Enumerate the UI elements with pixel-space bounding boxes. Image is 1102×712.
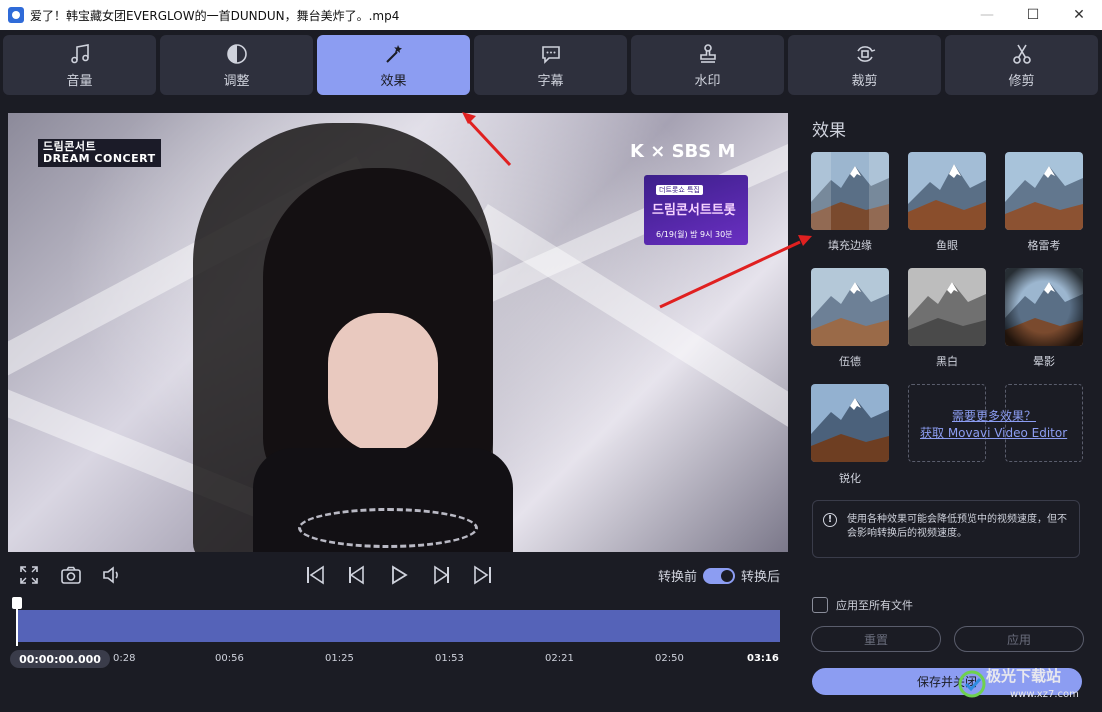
magic-wand-icon [385, 44, 402, 63]
watermark-url: www.xz7.com [1010, 689, 1079, 700]
window-controls: — ☐ ✕ [964, 0, 1102, 30]
minimize-button[interactable]: — [964, 0, 1010, 30]
close-button[interactable]: ✕ [1056, 0, 1102, 30]
app-icon [8, 7, 24, 23]
tab-adjust[interactable]: 调整 [160, 35, 313, 95]
apply-button[interactable]: 应用 [954, 626, 1084, 652]
apply-all-label: 应用至所有文件 [836, 599, 913, 612]
effect-label: 锐化 [839, 472, 861, 485]
apply-all-checkbox[interactable] [812, 597, 828, 613]
mountain-thumbnail [908, 152, 986, 230]
effect-label: 伍德 [839, 355, 861, 368]
speech-bubble-icon [541, 45, 560, 64]
reset-button[interactable]: 重置 [811, 626, 941, 652]
effect-label: 填充边缘 [828, 239, 872, 252]
title-bar: 爱了！韩宝藏女团EVERGLOW的一首DUNDUN，舞台美炸了。.mp4 — ☐… [0, 0, 1102, 30]
mountain-thumbnail [811, 268, 889, 346]
tab-label: 调整 [223, 73, 250, 89]
skip-to-end-icon[interactable] [472, 564, 494, 586]
toggle-switch[interactable] [702, 567, 735, 584]
effect-thumbnail-wood[interactable] [811, 268, 889, 346]
timeline-tick: 02:50 [655, 653, 684, 664]
effect-label: 黑白 [936, 355, 958, 368]
dream-concert-logo: 드림콘서트 DREAM CONCERT [38, 139, 161, 168]
tab-label: 字幕 [537, 73, 564, 89]
tool-tabs: 音量 调整 效果 字幕 水印 裁剪 修剪 [0, 30, 1102, 98]
tab-label: 水印 [694, 73, 721, 89]
skip-to-start-icon[interactable] [304, 564, 326, 586]
rotate-crop-icon [856, 45, 875, 62]
mountain-thumbnail [908, 268, 986, 346]
promo-title: 드림콘서트트롯 [652, 203, 736, 218]
maximize-button[interactable]: ☐ [1010, 0, 1056, 30]
player-controls: 转换前 转换后 [8, 558, 788, 592]
window-title: 爱了！韩宝藏女团EVERGLOW的一首DUNDUN，舞台美炸了。.mp4 [30, 8, 400, 23]
arrowhead-icon [798, 235, 812, 246]
logo-line: DREAM CONCERT [43, 152, 156, 166]
timeline-tick-end: 03:16 [747, 653, 779, 664]
tab-crop[interactable]: 裁剪 [788, 35, 941, 95]
promo-badge: 더트롯쇼 특집 드림콘서트트롯 6/19(월) 밤 9시 30분 [644, 175, 748, 245]
scissors-icon [1012, 44, 1031, 64]
contrast-icon [226, 43, 247, 64]
effect-thumbnail-grayscale[interactable] [1005, 152, 1083, 230]
toggle-after-label: 转换后 [740, 570, 780, 585]
timeline-tick: 02:21 [545, 653, 574, 664]
timeline-tick: 0:28 [113, 653, 136, 664]
broadcaster-logo: K × SBS M [630, 141, 736, 162]
mountain-thumbnail [811, 152, 889, 230]
mountain-thumbnail [1005, 268, 1083, 346]
tab-label: 音量 [66, 73, 93, 89]
mountain-thumbnail [1005, 152, 1083, 230]
effect-thumbnail-fisheye[interactable] [908, 152, 986, 230]
effect-thumbnail-vignette[interactable] [1005, 268, 1083, 346]
mountain-thumbnail [811, 384, 889, 462]
tab-watermark[interactable]: 水印 [631, 35, 784, 95]
effect-thumbnail-black-white[interactable] [908, 268, 986, 346]
tab-effects[interactable]: 效果 [317, 35, 470, 95]
play-icon[interactable] [388, 564, 410, 586]
effect-thumbnail-fill-edges[interactable] [811, 152, 889, 230]
tab-label: 修剪 [1008, 73, 1035, 89]
notice-text: 使用各种效果可能会降低预览中的视频速度，但不会影响转换后的视频速度。 [847, 514, 1067, 539]
fullscreen-icon[interactable] [18, 564, 40, 586]
effect-thumbnail-sharpen[interactable] [811, 384, 889, 462]
music-note-icon [70, 43, 89, 63]
apply-all-row[interactable]: 应用至所有文件 [812, 597, 913, 613]
watermark-text: 极光下载站 [986, 667, 1062, 685]
info-icon: ! [823, 513, 837, 527]
stamp-icon [699, 43, 716, 63]
volume-icon[interactable] [101, 564, 123, 586]
promo-tag: 더트롯쇼 특집 [656, 185, 703, 195]
playhead-handle[interactable] [12, 597, 22, 609]
tab-subtitles[interactable]: 字幕 [474, 35, 627, 95]
panel-title: 效果 [812, 121, 846, 141]
effect-label: 格雷考 [1027, 239, 1061, 252]
tab-label: 效果 [380, 73, 407, 89]
before-after-toggle[interactable]: 转换前 转换后 [658, 566, 780, 585]
camera-icon[interactable] [60, 564, 82, 586]
performer-face [328, 313, 438, 453]
outfit-chain [298, 508, 478, 548]
tab-volume[interactable]: 音量 [3, 35, 156, 95]
performance-notice: ! 使用各种效果可能会降低预览中的视频速度，但不会影响转换后的视频速度。 [812, 500, 1080, 558]
timeline-tick: 01:53 [435, 653, 464, 664]
more-effects-link[interactable]: 需要更多效果？ [952, 407, 1036, 424]
tab-label: 裁剪 [851, 73, 878, 89]
tab-trim[interactable]: 修剪 [945, 35, 1098, 95]
get-movavi-link[interactable]: 获取 Movavi Video Editor [920, 424, 1067, 441]
video-preview[interactable]: 드림콘서트 DREAM CONCERT K × SBS M 더트롯쇼 특집 드림… [8, 113, 788, 552]
timeline-tick: 00:56 [215, 653, 244, 664]
effect-label: 鱼眼 [936, 239, 958, 252]
next-frame-icon[interactable] [430, 564, 452, 586]
timeline-track[interactable] [17, 610, 780, 642]
effect-label: 晕影 [1033, 355, 1055, 368]
current-time: 00:00:00.000 [10, 650, 110, 668]
previous-frame-icon[interactable] [346, 564, 368, 586]
timeline-tick: 01:25 [325, 653, 354, 664]
toggle-before-label: 转换前 [657, 570, 697, 585]
promo-schedule: 6/19(월) 밤 9시 30분 [656, 230, 733, 239]
